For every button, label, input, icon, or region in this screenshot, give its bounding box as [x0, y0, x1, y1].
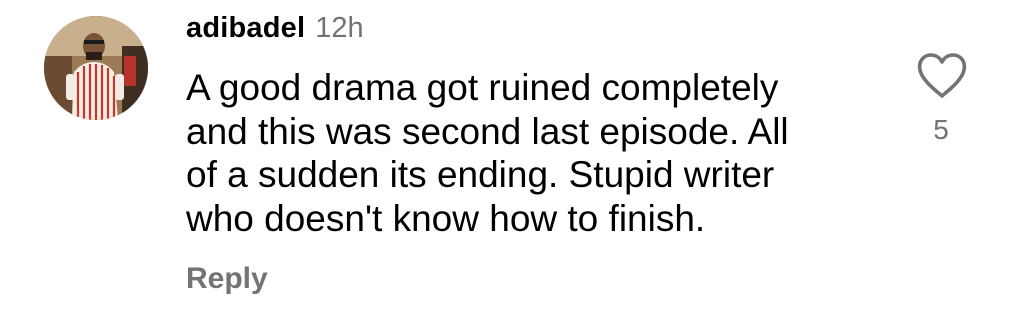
comment-text: A good drama got ruined completely and t… — [186, 66, 886, 240]
heart-outline-icon — [917, 53, 967, 98]
like-button[interactable] — [916, 52, 968, 100]
like-count: 5 — [933, 114, 949, 145]
comment-header: adibadel 12h — [186, 12, 364, 48]
comment-text-line: and this was second last episode. All — [186, 110, 789, 152]
reply-button[interactable]: Reply — [186, 262, 268, 296]
avatar[interactable] — [44, 16, 148, 120]
comment: adibadel 12h A good drama got ruined com… — [0, 0, 1024, 325]
username[interactable]: adibadel — [186, 12, 305, 45]
timestamp: 12h — [315, 12, 364, 44]
comment-text-line: of a sudden its ending. Stupid writer — [186, 154, 775, 195]
comment-text-line: A good drama got ruined completely — [186, 67, 779, 108]
comment-text-line: who doesn't know how to finish. — [186, 197, 706, 239]
avatar-photo — [44, 16, 148, 120]
